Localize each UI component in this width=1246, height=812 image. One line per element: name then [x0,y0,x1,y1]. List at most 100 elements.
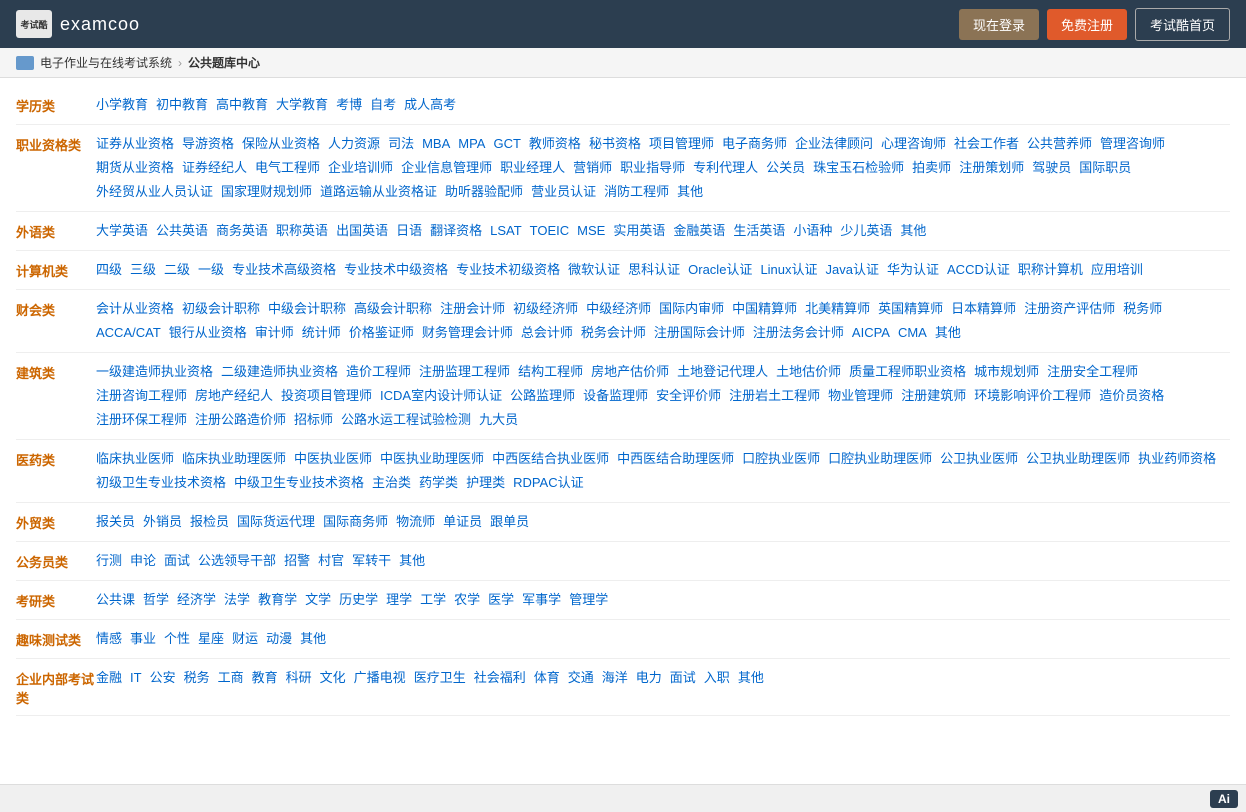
breadcrumb-link[interactable]: 电子作业与在线考试系统 [40,54,172,71]
category-item[interactable]: 统计师 [302,322,341,344]
category-item[interactable]: 申论 [130,550,156,572]
category-item[interactable]: 动漫 [266,628,292,650]
category-item[interactable]: 其他 [300,628,326,650]
category-item[interactable]: 拍卖师 [912,157,951,179]
category-item[interactable]: 公路监理师 [510,385,575,407]
category-item[interactable]: 科研 [286,667,312,689]
category-item[interactable]: 土地估价师 [776,361,841,383]
category-item[interactable]: 九大员 [479,409,518,431]
category-item[interactable]: 税务师 [1123,298,1162,320]
category-item[interactable]: 财运 [232,628,258,650]
category-item[interactable]: 军转干 [352,550,391,572]
category-item[interactable]: 其他 [677,181,703,203]
category-item[interactable]: 自考 [370,94,396,116]
category-item[interactable]: 微软认证 [568,259,620,281]
category-item[interactable]: Oracle认证 [688,259,752,281]
category-item[interactable]: 教育 [252,667,278,689]
category-item[interactable]: 项目管理师 [649,133,714,155]
category-item[interactable]: 星座 [198,628,224,650]
category-item[interactable]: 银行从业资格 [169,322,247,344]
category-item[interactable]: 文学 [305,589,331,611]
category-item[interactable]: 国家理财规划师 [221,181,312,203]
category-item[interactable]: 外经贸从业人员认证 [96,181,213,203]
category-item[interactable]: 小学教育 [96,94,148,116]
category-item[interactable]: 注册公路造价师 [195,409,286,431]
category-item[interactable]: 心理咨询师 [881,133,946,155]
category-item[interactable]: 环境影响评价工程师 [974,385,1091,407]
category-item[interactable]: 招警 [284,550,310,572]
category-item[interactable]: 跟单员 [490,511,529,533]
category-item[interactable]: 村官 [318,550,344,572]
category-item[interactable]: 导游资格 [182,133,234,155]
category-item[interactable]: 注册环保工程师 [96,409,187,431]
category-item[interactable]: 总会计师 [521,322,573,344]
category-item[interactable]: 注册安全工程师 [1047,361,1138,383]
category-item[interactable]: AICPA [852,322,890,344]
category-item[interactable]: 注册建筑师 [901,385,966,407]
category-item[interactable]: 高中教育 [216,94,268,116]
category-item[interactable]: 物业管理师 [828,385,893,407]
category-item[interactable]: 外销员 [143,511,182,533]
category-item[interactable]: Java认证 [826,259,879,281]
category-item[interactable]: 营业员认证 [531,181,596,203]
category-item[interactable]: 大学英语 [96,220,148,242]
category-item[interactable]: 社会福利 [474,667,526,689]
category-item[interactable]: 注册国际会计师 [654,322,745,344]
category-item[interactable]: 情感 [96,628,122,650]
category-item[interactable]: Linux认证 [760,259,817,281]
category-item[interactable]: 职称英语 [276,220,328,242]
category-item[interactable]: 造价工程师 [346,361,411,383]
category-item[interactable]: 英国精算师 [878,298,943,320]
category-item[interactable]: 口腔执业助理医师 [828,448,932,470]
category-item[interactable]: 成人高考 [404,94,456,116]
category-item[interactable]: 初级会计职称 [182,298,260,320]
category-item[interactable]: 企业法律顾问 [795,133,873,155]
category-item[interactable]: 二级建造师执业资格 [221,361,338,383]
category-item[interactable]: 秘书资格 [589,133,641,155]
category-item[interactable]: 四级 [96,259,122,281]
category-item[interactable]: 交通 [568,667,594,689]
category-item[interactable]: 职称计算机 [1018,259,1083,281]
category-item[interactable]: 二级 [164,259,190,281]
category-item[interactable]: 考博 [336,94,362,116]
category-item[interactable]: 注册法务会计师 [753,322,844,344]
category-item[interactable]: 农学 [454,589,480,611]
category-item[interactable]: 初级经济师 [513,298,578,320]
category-item[interactable]: 执业药师资格 [1138,448,1216,470]
category-item[interactable]: 思科认证 [628,259,680,281]
category-item[interactable]: 证券经纪人 [182,157,247,179]
category-item[interactable]: 价格鉴证师 [349,322,414,344]
category-item[interactable]: 结构工程师 [518,361,583,383]
category-item[interactable]: 广播电视 [354,667,406,689]
category-item[interactable]: 翻译资格 [430,220,482,242]
category-item[interactable]: 城市规划师 [974,361,1039,383]
category-item[interactable]: 电气工程师 [255,157,320,179]
category-item[interactable]: 投资项目管理师 [281,385,372,407]
category-item[interactable]: 中西医结合助理医师 [617,448,734,470]
category-item[interactable]: 专业技术高级资格 [232,259,336,281]
category-item[interactable]: 法学 [224,589,250,611]
category-item[interactable]: 口腔执业医师 [742,448,820,470]
category-item[interactable]: 职业指导师 [620,157,685,179]
category-item[interactable]: 中西医结合执业医师 [492,448,609,470]
category-item[interactable]: 军事学 [522,589,561,611]
category-item[interactable]: 物流师 [396,511,435,533]
category-item[interactable]: 设备监理师 [583,385,648,407]
category-item[interactable]: 税务 [184,667,210,689]
category-item[interactable]: MBA [422,133,450,155]
category-item[interactable]: 公卫执业助理医师 [1026,448,1130,470]
login-button[interactable]: 现在登录 [959,9,1039,40]
category-item[interactable]: 主治类 [372,472,411,494]
category-item[interactable]: 会计从业资格 [96,298,174,320]
category-item[interactable]: LSAT [490,220,522,242]
category-item[interactable]: 个性 [164,628,190,650]
category-item[interactable]: 公选领导干部 [198,550,276,572]
category-item[interactable]: 华为认证 [887,259,939,281]
category-item[interactable]: 管理学 [569,589,608,611]
category-item[interactable]: GCT [493,133,520,155]
category-item[interactable]: 驾驶员 [1032,157,1071,179]
category-item[interactable]: 金融 [96,667,122,689]
category-item[interactable]: 临床执业医师 [96,448,174,470]
category-item[interactable]: 公关员 [766,157,805,179]
category-item[interactable]: 土地登记代理人 [677,361,768,383]
